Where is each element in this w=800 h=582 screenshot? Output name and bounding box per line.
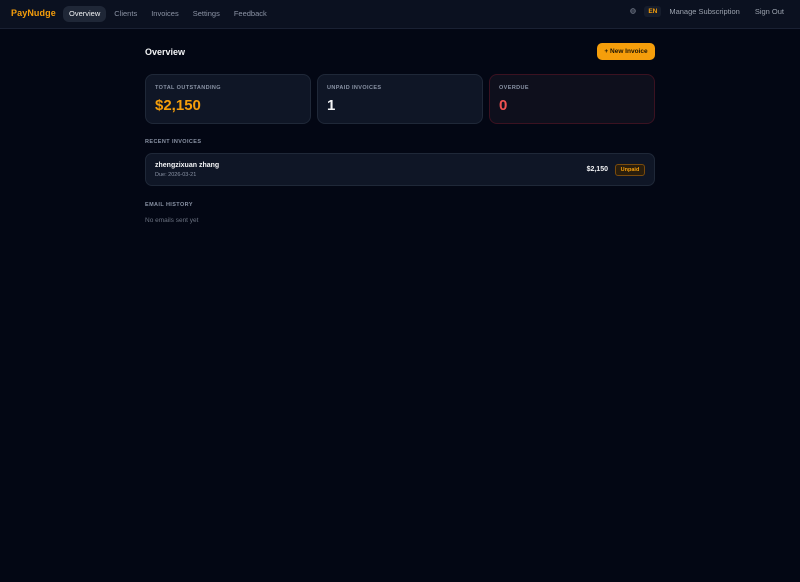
main-nav: Overview Clients Invoices Settings Feedb… <box>63 6 275 22</box>
language-selector[interactable]: EN <box>644 6 662 17</box>
page-title: Overview <box>145 47 186 57</box>
top-nav: PayNudge Overview Clients Invoices Setti… <box>0 0 800 29</box>
nav-item-invoices[interactable]: Invoices <box>145 6 185 22</box>
main-content: Overview + New Invoice TOTAL OUTSTANDING… <box>145 43 655 224</box>
email-history-heading: EMAIL HISTORY <box>145 202 193 208</box>
stat-value: $2,150 <box>155 97 201 114</box>
stat-value: 0 <box>499 97 508 114</box>
nav-item-settings[interactable]: Settings <box>187 6 226 22</box>
email-history-empty: No emails sent yet <box>145 217 199 224</box>
account-nav: EN Manage Subscription Sign Out <box>628 6 800 17</box>
stat-card-overdue: OVERDUE 0 <box>489 74 655 124</box>
sign-out-link[interactable]: Sign Out <box>755 7 784 16</box>
stat-label: OVERDUE <box>499 85 529 91</box>
stat-label: TOTAL OUTSTANDING <box>155 85 221 91</box>
overview-header: Overview + New Invoice <box>145 43 655 60</box>
invoice-amount: $2,150 <box>586 166 608 173</box>
stats-row: TOTAL OUTSTANDING $2,150 UNPAID INVOICES… <box>145 74 655 124</box>
invoice-row[interactable]: zhengzixuan zhang Due: 2026-03-21 $2,150… <box>145 153 655 186</box>
brand-logo[interactable]: PayNudge <box>11 8 56 18</box>
recent-invoices-heading: RECENT INVOICES <box>145 139 202 145</box>
stat-card-total-outstanding: TOTAL OUTSTANDING $2,150 <box>145 74 311 124</box>
stat-label: UNPAID INVOICES <box>327 85 382 91</box>
nav-item-feedback[interactable]: Feedback <box>228 6 273 22</box>
invoice-due-date: Due: 2026-03-21 <box>155 172 197 178</box>
globe-icon-graphic <box>630 7 637 14</box>
stat-card-unpaid-invoices: UNPAID INVOICES 1 <box>317 74 483 124</box>
nav-item-clients[interactable]: Clients <box>108 6 143 22</box>
new-invoice-button[interactable]: + New Invoice <box>597 43 655 60</box>
invoice-client-name: zhengzixuan zhang <box>155 162 220 169</box>
manage-subscription-link[interactable]: Manage Subscription <box>669 7 739 16</box>
status-badge: Unpaid <box>615 164 645 176</box>
stat-value: 1 <box>327 97 336 114</box>
globe-icon[interactable] <box>628 7 638 16</box>
nav-item-overview[interactable]: Overview <box>63 6 107 22</box>
